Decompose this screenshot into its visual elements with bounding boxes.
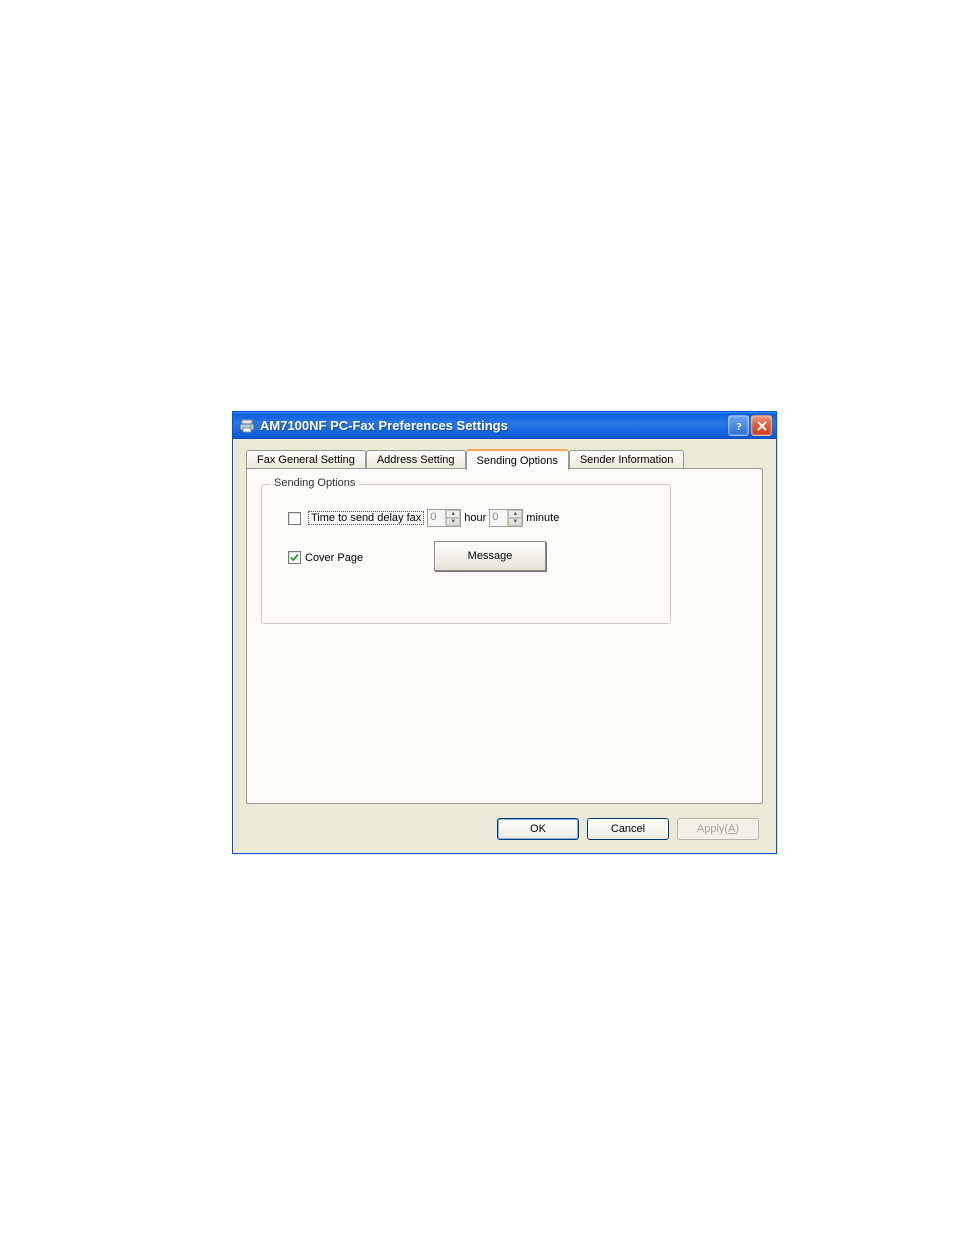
close-button[interactable] (751, 415, 772, 436)
cancel-button[interactable]: Cancel (587, 818, 669, 840)
tab-address-setting[interactable]: Address Setting (366, 450, 466, 469)
svg-text:?: ? (736, 421, 742, 432)
hour-spinner[interactable]: 0 ▲ ▼ (427, 509, 461, 527)
message-button[interactable]: Message (434, 541, 546, 571)
ok-button[interactable]: OK (497, 818, 579, 840)
delay-fax-label: Time to send delay fax (308, 511, 424, 525)
minute-spinner[interactable]: 0 ▲ ▼ (489, 509, 523, 527)
hour-down[interactable]: ▼ (446, 518, 460, 526)
tab-sender-information[interactable]: Sender Information (569, 450, 685, 469)
dialog-buttons: OK Cancel Apply(A) (497, 818, 759, 840)
minute-value: 0 (490, 510, 508, 526)
client-area: Fax General Setting Address Setting Send… (236, 439, 773, 850)
hour-up[interactable]: ▲ (446, 510, 460, 518)
tab-strip: Fax General Setting Address Setting Send… (246, 448, 763, 469)
window-title: AM7100NF PC-Fax Preferences Settings (260, 418, 728, 433)
printer-icon (239, 418, 255, 434)
minute-label: minute (526, 512, 559, 524)
apply-button: Apply(A) (677, 818, 759, 840)
titlebar: AM7100NF PC-Fax Preferences Settings ? (233, 412, 776, 439)
minute-down[interactable]: ▼ (508, 518, 522, 526)
preferences-dialog: AM7100NF PC-Fax Preferences Settings ? F… (232, 411, 777, 854)
delay-fax-checkbox[interactable] (288, 512, 301, 525)
tab-panel: Sending Options Time to send delay fax 0… (246, 468, 763, 804)
group-legend: Sending Options (270, 477, 359, 489)
sending-options-group: Sending Options Time to send delay fax 0… (261, 484, 671, 624)
hour-value: 0 (428, 510, 446, 526)
help-button[interactable]: ? (728, 415, 749, 436)
minute-up[interactable]: ▲ (508, 510, 522, 518)
cover-page-checkbox[interactable] (288, 551, 301, 564)
tab-fax-general-setting[interactable]: Fax General Setting (246, 450, 366, 469)
cover-page-label: Cover Page (305, 552, 363, 564)
hour-label: hour (464, 512, 486, 524)
tab-sending-options[interactable]: Sending Options (466, 449, 569, 470)
cover-row: Cover Page (288, 551, 363, 564)
delay-row: Time to send delay fax 0 ▲ ▼ hour 0 ▲ (288, 509, 559, 527)
